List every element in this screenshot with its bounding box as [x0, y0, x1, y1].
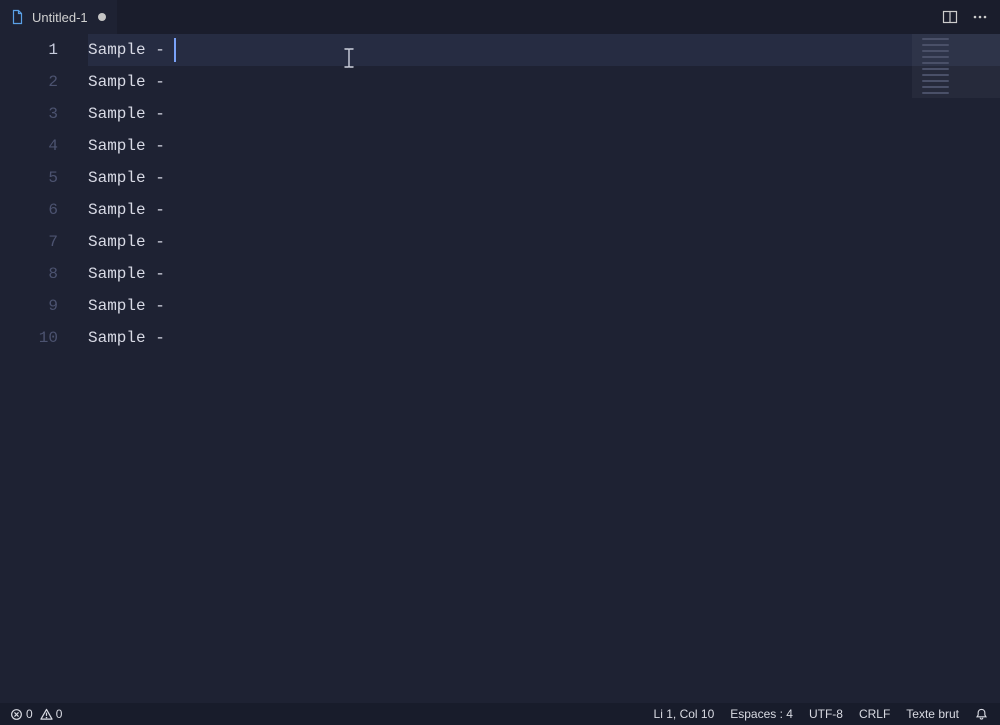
error-icon: [10, 708, 23, 721]
indentation-label: Espaces : 4: [730, 707, 793, 721]
language-label: Texte brut: [906, 707, 959, 721]
minimap-lines: [922, 38, 994, 98]
status-bar: 0 0 Li 1, Col 10 Espaces : 4 UTF-8 CRLF …: [0, 703, 1000, 725]
code-text: Sample -: [88, 226, 174, 258]
code-text: Sample -: [88, 322, 174, 354]
cursor-position-label: Li 1, Col 10: [654, 707, 715, 721]
status-eol[interactable]: CRLF: [855, 703, 894, 725]
status-problems[interactable]: 0 0: [6, 703, 66, 725]
line-number: 4: [0, 130, 58, 162]
encoding-label: UTF-8: [809, 707, 843, 721]
code-line[interactable]: Sample -: [88, 226, 1000, 258]
code-text: Sample -: [88, 290, 174, 322]
tabs-container: Untitled-1: [0, 0, 117, 34]
code-text: Sample -: [88, 66, 174, 98]
code-line[interactable]: Sample -: [88, 194, 1000, 226]
minimap[interactable]: [912, 34, 1000, 703]
minimap-line: [922, 92, 949, 94]
line-number-gutter: 12345678910: [0, 34, 72, 703]
editor-area[interactable]: 12345678910 Sample - Sample - Sample - S…: [0, 34, 1000, 703]
code-text: Sample -: [88, 98, 174, 130]
caret: [174, 38, 176, 62]
line-number: 10: [0, 322, 58, 354]
minimap-line: [922, 50, 949, 52]
minimap-line: [922, 80, 949, 82]
code-line[interactable]: Sample -: [88, 130, 1000, 162]
line-number: 3: [0, 98, 58, 130]
status-indentation[interactable]: Espaces : 4: [726, 703, 797, 725]
line-number: 7: [0, 226, 58, 258]
line-number: 6: [0, 194, 58, 226]
code-line[interactable]: Sample -: [88, 258, 1000, 290]
warning-count: 0: [56, 707, 63, 721]
minimap-line: [922, 86, 949, 88]
status-notifications-button[interactable]: [971, 703, 992, 725]
minimap-line: [922, 56, 949, 58]
code-line[interactable]: Sample -: [88, 322, 1000, 354]
error-count: 0: [26, 707, 33, 721]
tab-label: Untitled-1: [32, 10, 88, 25]
code-content[interactable]: Sample - Sample - Sample - Sample - Samp…: [72, 34, 1000, 703]
line-number: 2: [0, 66, 58, 98]
tab-bar: Untitled-1: [0, 0, 1000, 34]
minimap-line: [922, 68, 949, 70]
minimap-line: [922, 62, 949, 64]
minimap-line: [922, 38, 949, 40]
code-line[interactable]: Sample -: [88, 34, 1000, 66]
warning-icon: [40, 708, 53, 721]
bell-icon: [975, 708, 988, 721]
line-number: 5: [0, 162, 58, 194]
dirty-indicator-icon: [98, 13, 106, 21]
line-number: 8: [0, 258, 58, 290]
file-icon: [10, 9, 26, 25]
status-encoding[interactable]: UTF-8: [805, 703, 847, 725]
code-text: Sample -: [88, 130, 174, 162]
split-editor-button[interactable]: [936, 3, 964, 31]
code-line[interactable]: Sample -: [88, 66, 1000, 98]
line-number: 1: [0, 34, 58, 66]
code-text: Sample -: [88, 34, 174, 66]
eol-label: CRLF: [859, 707, 890, 721]
line-number: 9: [0, 290, 58, 322]
tab-untitled-1[interactable]: Untitled-1: [0, 0, 117, 34]
code-text: Sample -: [88, 258, 174, 290]
status-cursor-position[interactable]: Li 1, Col 10: [650, 703, 719, 725]
code-line[interactable]: Sample -: [88, 290, 1000, 322]
code-text: Sample -: [88, 162, 174, 194]
more-actions-button[interactable]: [966, 3, 994, 31]
minimap-line: [922, 44, 949, 46]
code-text: Sample -: [88, 194, 174, 226]
tab-actions: [936, 0, 1000, 34]
code-line[interactable]: Sample -: [88, 162, 1000, 194]
code-line[interactable]: Sample -: [88, 98, 1000, 130]
minimap-line: [922, 74, 949, 76]
status-language-mode[interactable]: Texte brut: [902, 703, 963, 725]
